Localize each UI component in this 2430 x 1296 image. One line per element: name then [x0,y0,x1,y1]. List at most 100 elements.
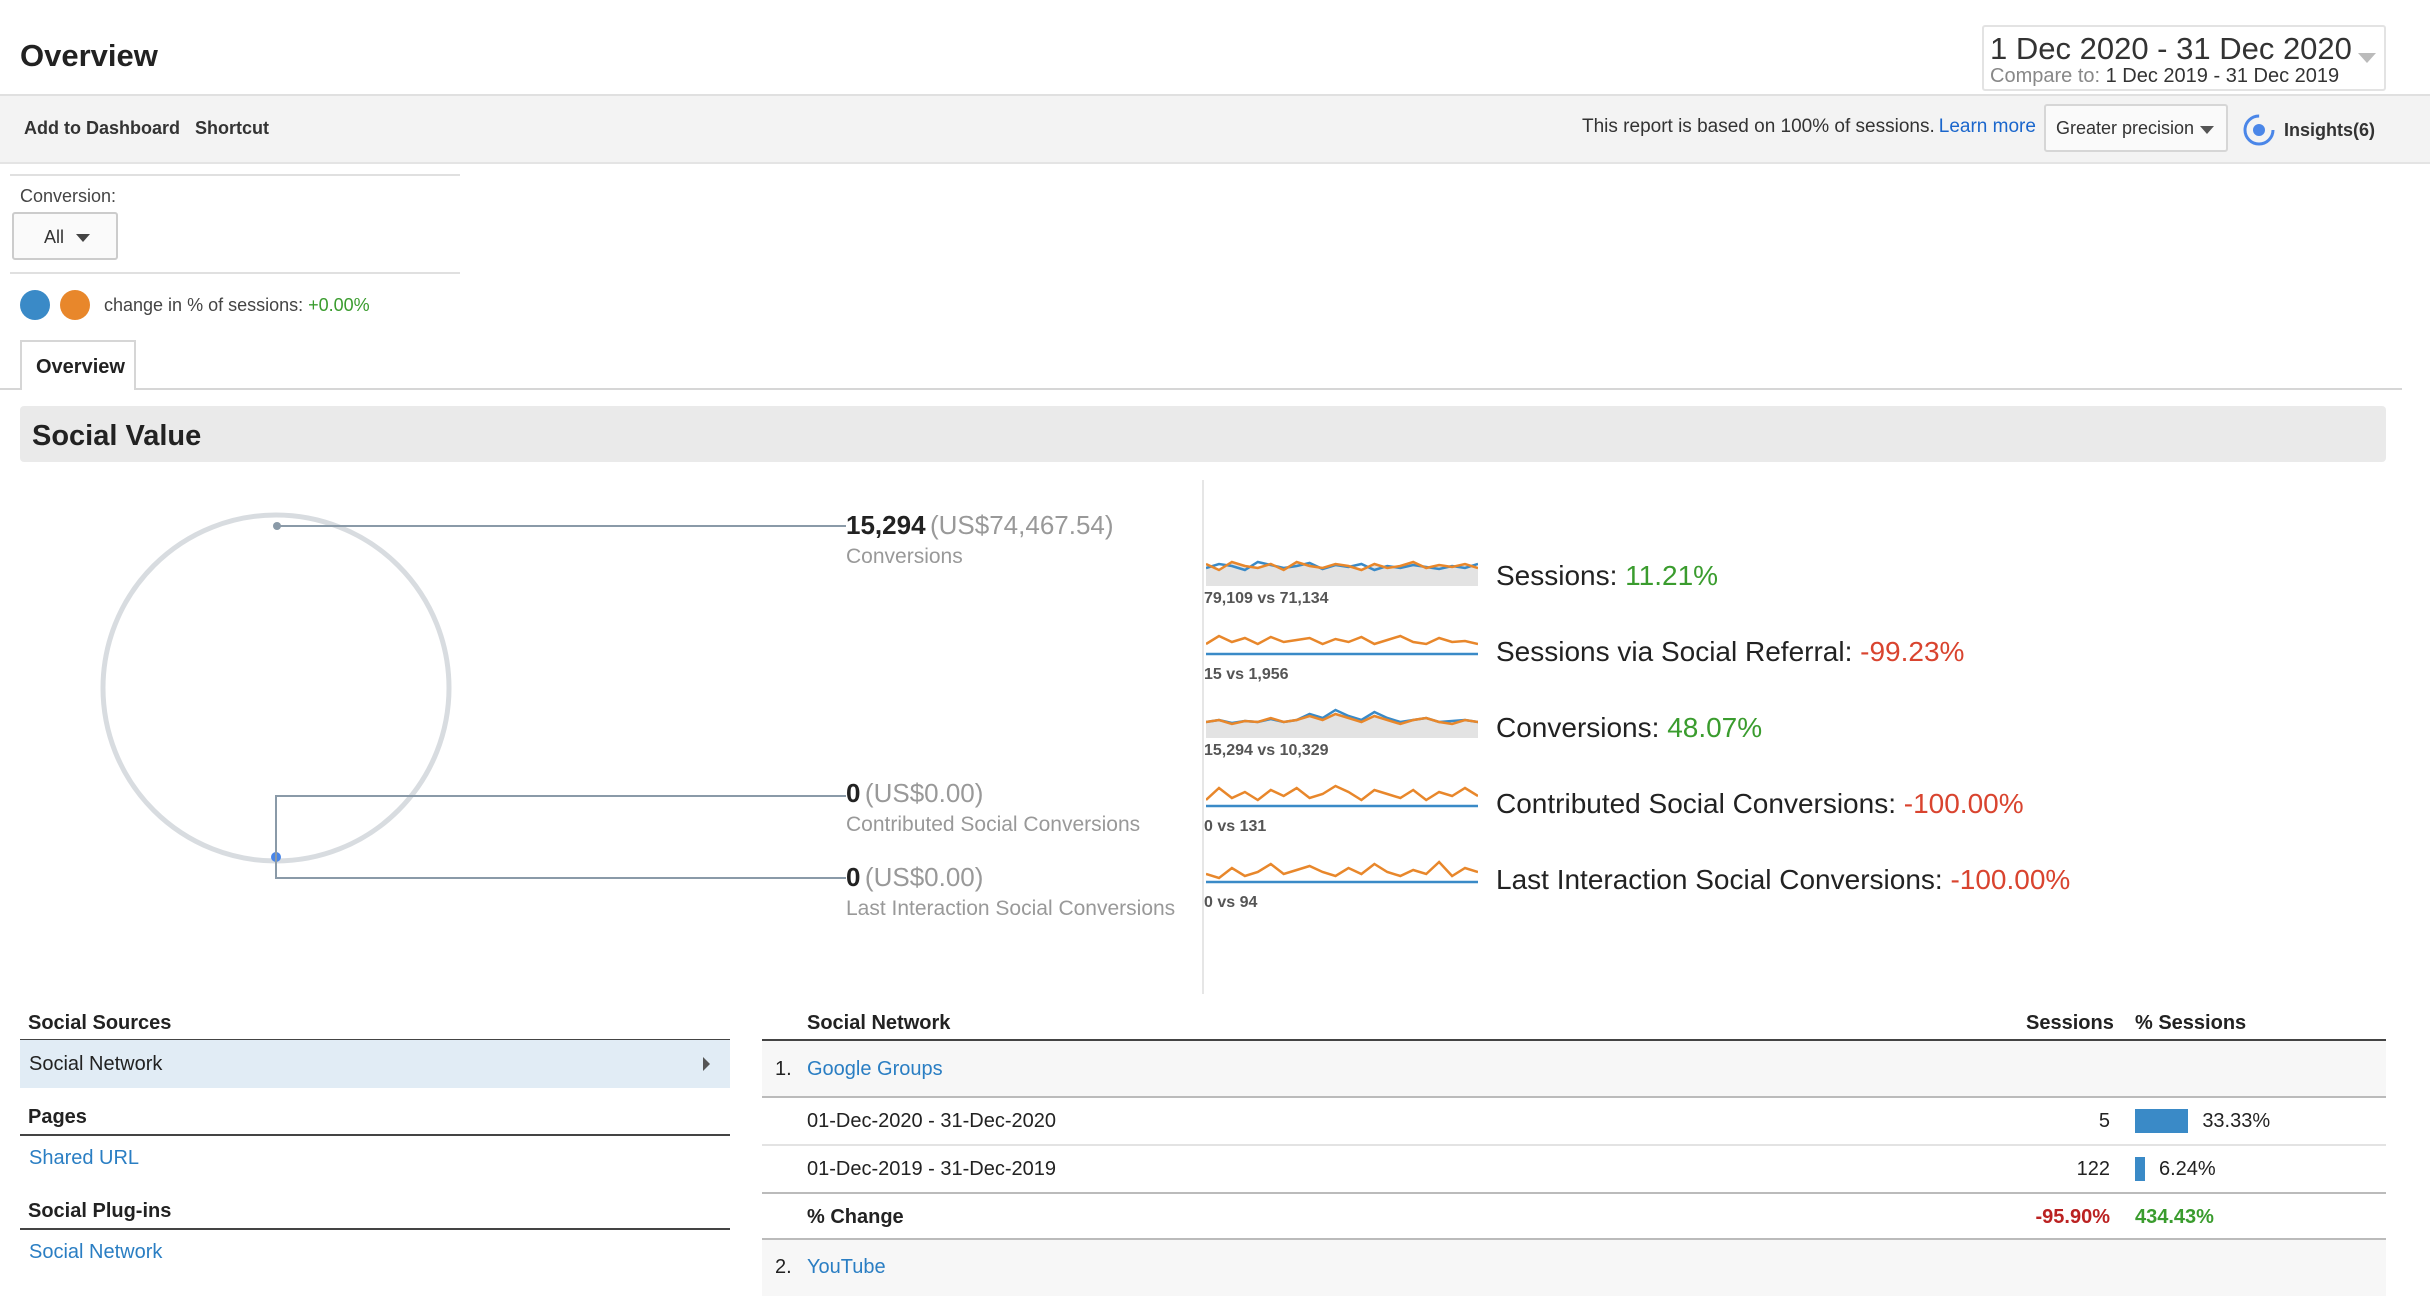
sparkline-4 [1206,860,1478,884]
sparkline-metric-change: 11.21% [1625,560,1719,591]
sparkline-previous [1206,784,1478,802]
add-to-dashboard-button[interactable]: Add to Dashboard [24,118,180,139]
pct-sessions-change: 434.43% [2135,1206,2214,1228]
sparkline-metric-label: Conversions: [1496,712,1668,743]
insights-button[interactable]: Insights(6) [2242,110,2375,150]
segment-change-value: +0.00% [308,294,370,315]
row-index: 1. [775,1058,792,1080]
learn-more-link[interactable]: Learn more [1939,116,2036,137]
contributed-connector [275,795,846,857]
vertical-divider [1202,480,1204,994]
sparkline-1 [1206,634,1478,656]
table-row [762,1240,2386,1296]
precision-value: Greater precision [2056,118,2195,138]
shared-url-link[interactable]: Shared URL [29,1147,139,1170]
row-divider [762,1096,2386,1098]
last-interaction-value: (US$0.00) [864,862,984,892]
row-divider [762,1192,2386,1194]
segment-change-label: change in % of sessions: [104,294,309,315]
divider [20,1228,730,1230]
sparkline-metric: Sessions via Social Referral: -99.23% [1496,636,1964,668]
segment-change: change in % of sessions: +0.00% [104,295,370,316]
pct-current: 33.33% [2202,1110,2271,1132]
compare-range: Compare to: 1 Dec 2019 - 31 Dec 2019 [1990,65,2339,88]
conversion-dropdown[interactable]: All [12,212,118,260]
previous-period-dot[interactable] [60,290,90,320]
section-title: Social Value [32,420,202,452]
sparkline-metric: Last Interaction Social Conversions: -10… [1496,864,2070,896]
contributed-metric: 0 (US$0.00) Contributed Social Conversio… [846,778,1140,837]
sparkline-metric: Conversions: 48.07% [1496,712,1762,744]
contributed-count: 0 [846,778,861,808]
social-sources-heading: Social Sources [28,1012,172,1034]
social-network-source-label: Social Network [29,1053,163,1075]
conversions-count: 15,294 [846,510,926,540]
tab-divider [0,388,2402,390]
sparkline-caption: 0 vs 94 [1204,894,1258,911]
youtube-link[interactable]: YouTube [807,1256,886,1279]
conversions-value: (US$74,467.54) [929,510,1114,540]
caret-down-icon [76,234,90,242]
sparkline-metric-change: -100.00% [1950,864,2071,895]
sessions-change: -95.90% [2035,1206,2111,1228]
page-title: Overview [20,38,158,73]
last-interaction-connector [275,857,846,879]
caret-down-icon [2200,126,2214,134]
sparkline-0 [1206,560,1478,586]
sparkline-caption: 15,294 vs 10,329 [1204,742,1329,759]
insights-label: Insights(6) [2284,119,2376,140]
sparkline-metric-change: -100.00% [1903,788,2024,819]
precision-dropdown[interactable]: Greater precision [2044,104,2228,152]
sparkline-metric-change: -99.23% [1860,636,1965,667]
sessions-current: 5 [2098,1110,2110,1132]
conversion-label: Conversion: [20,186,117,206]
sampling-note: This report is based on 100% of sessions… [1582,116,2036,138]
pct-bar-current [2135,1109,2189,1133]
sparkline-metric-label: Contributed Social Conversions: [1496,788,1904,819]
current-period-dot[interactable] [20,290,50,320]
segment-legend: change in % of sessions: +0.00% [20,288,370,322]
report-toolbar: Add to Dashboard Shortcut This report is… [0,96,2430,164]
last-interaction-metric: 0 (US$0.00) Last Interaction Social Conv… [846,862,1175,921]
insights-icon [2243,114,2275,146]
contributed-label: Contributed Social Conversions [846,813,1141,836]
row-divider [762,1144,2386,1146]
table-row [762,1041,2386,1097]
pages-heading: Pages [28,1106,87,1128]
chevron-down-icon [2358,53,2376,63]
sparkline-caption: 79,109 vs 71,134 [1204,590,1329,607]
pct-previous: 6.24% [2158,1158,2216,1180]
social-network-source-item[interactable]: Social Network [20,1040,730,1088]
plugins-social-network-link[interactable]: Social Network [29,1241,162,1264]
shortcut-button[interactable]: Shortcut [195,118,269,139]
row-index: 2. [775,1256,792,1278]
google-groups-link[interactable]: Google Groups [807,1058,943,1081]
sparkline-metric: Contributed Social Conversions: -100.00% [1496,788,2024,820]
sparkline-metric: Sessions: 11.21% [1496,560,1718,592]
divider [10,174,460,176]
divider [10,272,460,274]
tab-overview[interactable]: Overview [20,340,136,390]
pct-bar-previous [2135,1157,2145,1181]
sparkline-metric-label: Sessions: [1496,560,1626,591]
sparkline-caption: 0 vs 131 [1204,818,1267,835]
sparkline-caption: 15 vs 1,956 [1204,666,1289,683]
conversions-label: Conversions [846,545,963,568]
sparkline-metric-label: Sessions via Social Referral: [1496,636,1861,667]
column-social-network[interactable]: Social Network [807,1012,950,1035]
compare-value: 1 Dec 2019 - 31 Dec 2019 [2105,65,2340,87]
contributed-value: (US$0.00) [864,778,984,808]
divider [20,1134,730,1136]
sessions-previous: 122 [2076,1158,2110,1180]
period-current: 01-Dec-2020 - 31-Dec-2020 [807,1110,1057,1132]
sparkline-2 [1206,708,1478,738]
social-plugins-heading: Social Plug-ins [28,1200,172,1222]
column-pct-sessions[interactable]: % Sessions [2135,1012,2246,1035]
chevron-right-icon [703,1057,710,1071]
sparkline-previous [1206,860,1478,880]
date-range-picker[interactable]: 1 Dec 2020 - 31 Dec 2020 Compare to: 1 D… [1982,25,2386,91]
conversion-value: All [44,227,65,247]
column-sessions[interactable]: Sessions [2026,1012,2114,1035]
last-interaction-count: 0 [846,862,861,892]
report-header: Overview 1 Dec 2020 - 31 Dec 2020 Compar… [0,0,2430,96]
